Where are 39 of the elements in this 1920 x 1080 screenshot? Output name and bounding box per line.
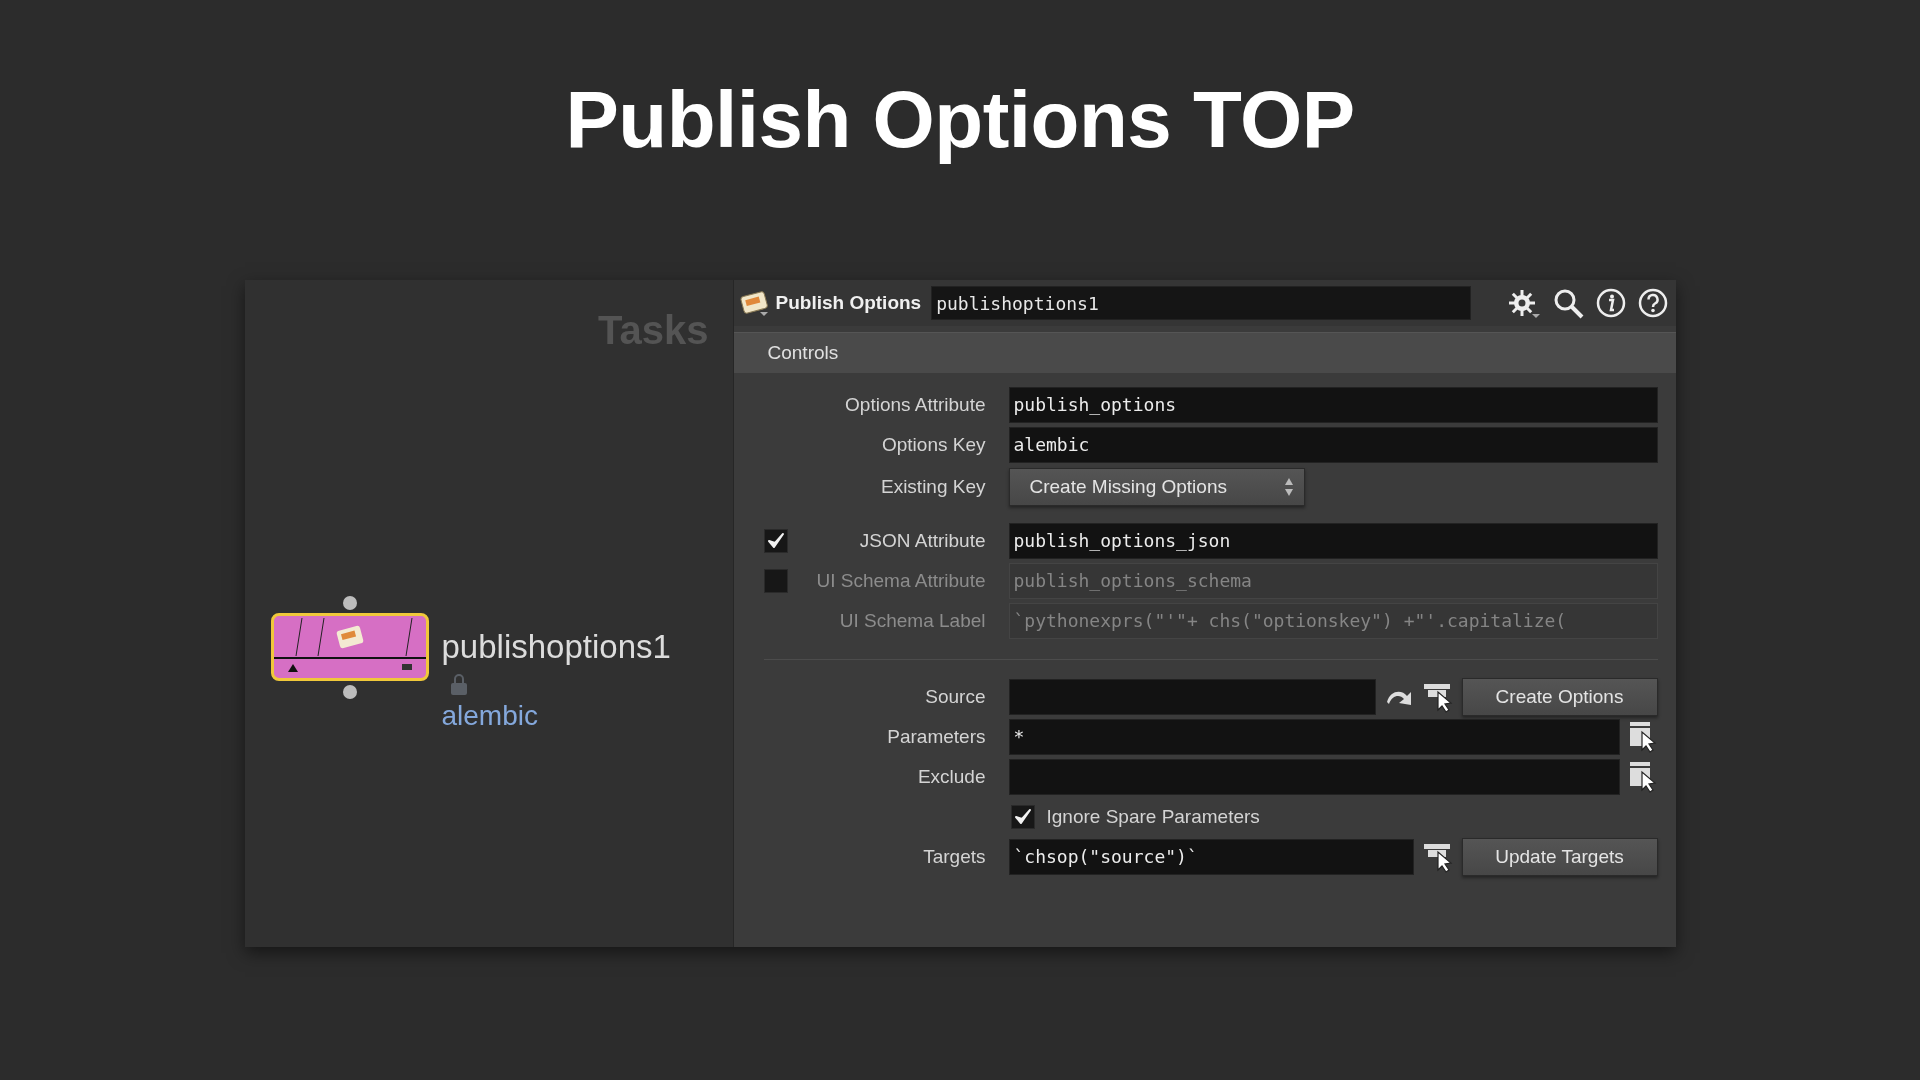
field-label: Exclude <box>916 766 986 788</box>
input-field[interactable]: * <box>1008 719 1620 755</box>
input-field[interactable] <box>1008 679 1376 715</box>
parameter-select-icon[interactable] <box>1627 760 1658 794</box>
node-type-label: Publish Options <box>775 292 922 314</box>
input-field[interactable]: alembic <box>1008 427 1658 463</box>
field-label: JSON Attribute <box>858 530 986 552</box>
checkbox-label: Ignore Spare Parameters <box>1046 806 1260 828</box>
node-name: publishoptions1 <box>441 628 671 666</box>
action-button[interactable]: Create Options <box>1461 678 1658 716</box>
node-tag: alembic <box>441 700 538 732</box>
info-icon[interactable] <box>1595 288 1626 318</box>
field-label: Options Key <box>881 434 986 456</box>
field-label: Existing Key <box>879 476 986 498</box>
checkmark-icon <box>766 532 785 550</box>
input-connector-icon[interactable] <box>342 596 357 610</box>
input-field[interactable]: `chsop("source")` <box>1008 839 1414 875</box>
input-field[interactable]: publish_options_json <box>1008 523 1658 559</box>
input-field[interactable]: publish_options <box>1008 387 1658 423</box>
field-label: Parameters <box>886 726 986 748</box>
output-connector-icon[interactable] <box>342 685 357 699</box>
checkbox[interactable] <box>1010 805 1035 829</box>
checkmark-icon <box>1013 808 1032 826</box>
field-label: UI Schema Attribute <box>815 570 986 592</box>
dropdown-menu[interactable]: Create Missing Options <box>1008 468 1305 506</box>
lock-icon <box>448 673 469 695</box>
checkbox[interactable] <box>763 529 788 553</box>
action-button[interactable]: Update Targets <box>1461 838 1658 876</box>
parameter-select-icon[interactable] <box>1627 720 1658 754</box>
tab[interactable]: Controls <box>733 333 873 373</box>
slide-title: Publish Options TOP <box>564 74 1356 166</box>
node-name-field[interactable]: publishoptions1 <box>931 286 1472 320</box>
up-down-arrows-icon <box>1283 477 1294 497</box>
field-label: Targets <box>922 846 986 868</box>
help-icon[interactable] <box>1637 288 1668 318</box>
input-field[interactable] <box>1008 759 1620 795</box>
field-label: UI Schema Label <box>838 610 986 632</box>
field-label: Source <box>924 686 986 708</box>
field-label: Options Attribute <box>844 394 986 416</box>
